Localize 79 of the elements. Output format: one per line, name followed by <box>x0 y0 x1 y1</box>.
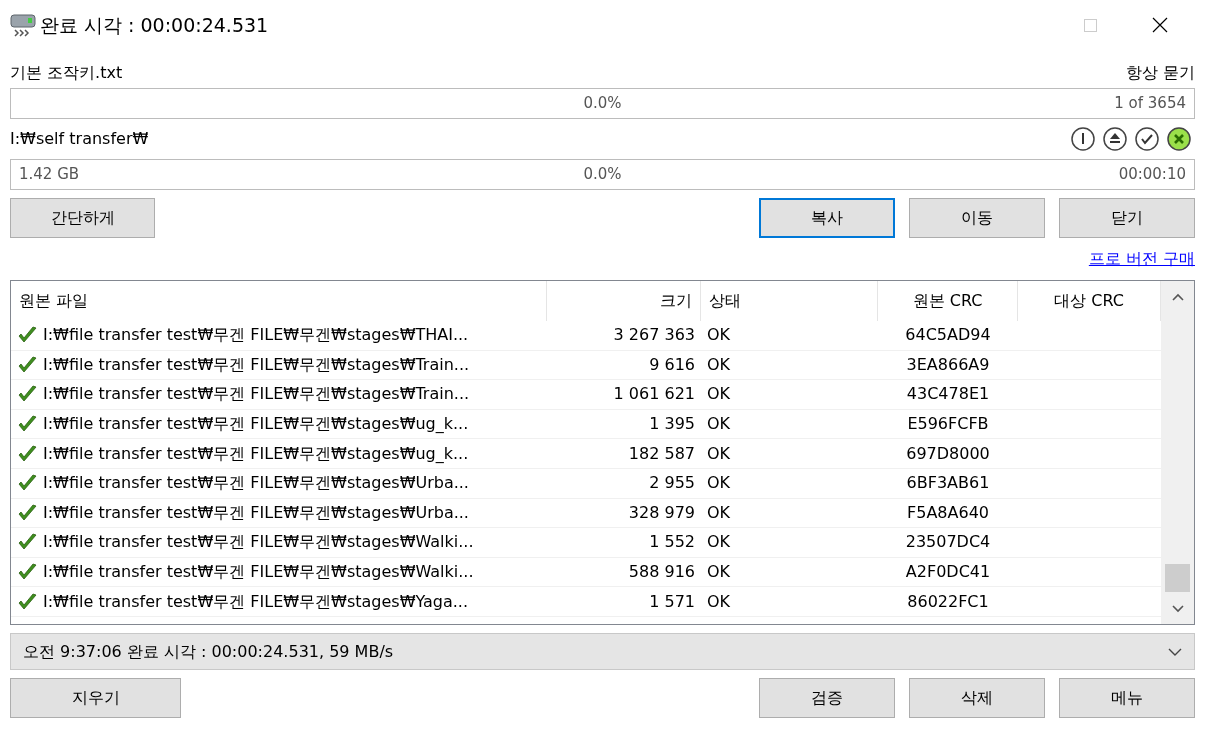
column-header[interactable]: 원본 파일 <box>11 281 547 321</box>
file-path: I:₩file transfer test₩무겐 FILE₩무겐₩stages₩ug_k... <box>43 442 469 465</box>
table-cell: 43C478E1 <box>878 380 1018 410</box>
action-button[interactable]: 검증 <box>759 678 895 718</box>
scrollbar[interactable] <box>1161 281 1194 624</box>
action-button[interactable]: 간단하게 <box>10 198 155 238</box>
column-header[interactable]: 상태 <box>701 281 878 321</box>
table-cell: 86022FC1 <box>878 587 1018 617</box>
column-header[interactable]: 크기 <box>547 281 701 321</box>
status-text: 오전 9:37:06 완료 시각 : 00:00:24.531, 59 MB/s <box>23 640 394 663</box>
dropdown-caret-icon[interactable] <box>1168 646 1182 657</box>
table-cell: E596FCFB <box>878 409 1018 440</box>
action-button[interactable]: 삭제 <box>909 678 1045 718</box>
table-cell: 64C5AD94 <box>878 321 1018 351</box>
ask-option: 항상 묻기 <box>1125 61 1195 85</box>
column-header[interactable]: 원본 CRC <box>878 281 1018 321</box>
table-cell: 3 267 363 <box>547 321 701 351</box>
check-icon <box>17 354 39 375</box>
scroll-up-icon[interactable] <box>1171 292 1184 302</box>
progress-percent: 0.0% <box>583 164 622 186</box>
eject-icon[interactable] <box>1103 127 1127 151</box>
scroll-down-icon[interactable] <box>1171 603 1184 613</box>
table-cell: 1 395 <box>547 409 701 440</box>
table-cell: OK <box>701 409 878 440</box>
table-cell: 1 571 <box>547 587 701 617</box>
table-cell: 6BF3AB61 <box>878 468 1018 499</box>
progress-percent: 0.0% <box>583 93 622 115</box>
table-cell: OK <box>701 557 878 588</box>
file-path: I:₩file transfer test₩무겐 FILE₩무겐₩stages₩Urba... <box>43 501 469 524</box>
file-path: I:₩file transfer test₩무겐 FILE₩무겐₩stages₩Walki... <box>43 531 474 554</box>
file-path: I:₩file transfer test₩무겐 FILE₩무겐₩stages₩THAI... <box>43 324 469 347</box>
time-remaining: 00:00:10 <box>1117 164 1186 186</box>
action-button[interactable]: 이동 <box>909 198 1045 238</box>
action-button[interactable]: 메뉴 <box>1059 678 1195 718</box>
check-icon <box>17 502 39 523</box>
table-cell: 1 061 621 <box>547 380 701 410</box>
action-button[interactable]: 지우기 <box>10 678 181 718</box>
table-cell: OK <box>701 498 878 529</box>
pro-version-link[interactable]: 프로 버전 구매 <box>1088 247 1195 271</box>
table-cell: OK <box>701 439 878 469</box>
table-cell: 3EA866A9 <box>878 350 1018 381</box>
table-cell: 9 616 <box>547 350 701 381</box>
file-path: I:₩file transfer test₩무겐 FILE₩무겐₩stages₩ug_k... <box>43 413 469 436</box>
table-cell: 2 955 <box>547 468 701 499</box>
window-title: 완료 시각 : 00:00:24.531 <box>40 12 269 38</box>
table-cell: 1 552 <box>547 528 701 558</box>
file-name: 기본 조작키.txt <box>10 62 123 84</box>
drive-icon <box>10 12 36 38</box>
table-cell: F5A8A640 <box>878 498 1018 529</box>
total-size: 1.42 GB <box>19 164 81 186</box>
check-icon <box>17 591 39 612</box>
table-cell: OK <box>701 587 878 617</box>
file-path: I:₩file transfer test₩무겐 FILE₩무겐₩stages₩Urba... <box>43 472 469 495</box>
table-cell: A2F0DC41 <box>878 557 1018 588</box>
table-cell: 182 587 <box>547 439 701 469</box>
file-path: I:₩file transfer test₩무겐 FILE₩무겐₩stages₩Walki... <box>43 561 474 584</box>
cancel-icon[interactable] <box>1167 127 1191 151</box>
table-cell: OK <box>701 321 878 351</box>
check-icon[interactable] <box>1135 127 1159 151</box>
scroll-thumb[interactable] <box>1165 564 1190 592</box>
file-path: I:₩file transfer test₩무겐 FILE₩무겐₩stages₩Train... <box>43 353 470 376</box>
action-button[interactable]: 닫기 <box>1059 198 1195 238</box>
close-icon[interactable] <box>1152 17 1168 33</box>
file-path: I:₩file transfer test₩무겐 FILE₩무겐₩stages₩Yaga... <box>43 590 469 613</box>
status-dropdown[interactable]: 오전 9:37:06 완료 시각 : 00:00:24.531, 59 MB/s <box>10 633 1195 670</box>
action-button[interactable]: 복사 <box>759 198 895 238</box>
table-cell: 588 916 <box>547 557 701 588</box>
file-count: 1 of 3654 <box>1113 93 1186 115</box>
table-cell: OK <box>701 350 878 381</box>
table-cell: OK <box>701 380 878 410</box>
table-cell: 328 979 <box>547 498 701 529</box>
table-cell: 23507DC4 <box>878 528 1018 558</box>
table-cell: OK <box>701 528 878 558</box>
file-path: I:₩file transfer test₩무겐 FILE₩무겐₩stages₩Train... <box>43 383 470 406</box>
target-path: I:₩self transfer₩ <box>10 128 149 150</box>
table-cell: 697D8000 <box>878 439 1018 469</box>
power-icon[interactable] <box>1071 127 1095 151</box>
check-icon <box>17 443 39 464</box>
table-cell: OK <box>701 468 878 499</box>
